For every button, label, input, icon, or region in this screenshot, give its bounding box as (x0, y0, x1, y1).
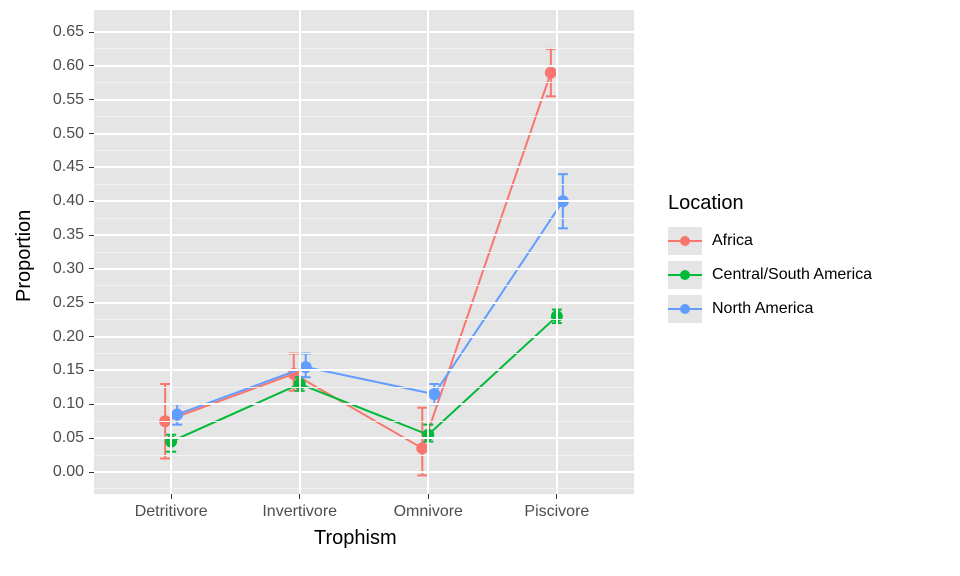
x-tick (556, 494, 557, 499)
y-gridline (94, 31, 634, 33)
y-gridline-minor (94, 387, 634, 388)
y-tick (89, 404, 94, 405)
y-gridline (94, 471, 634, 473)
x-tick-label: Detritivore (111, 504, 231, 520)
x-tick (299, 494, 300, 499)
x-tick-label: Piscivore (497, 504, 617, 520)
y-tick-label: 0.00 (53, 464, 84, 480)
y-tick (89, 472, 94, 473)
data-point (428, 388, 440, 400)
y-tick (89, 133, 94, 134)
x-axis-title: Trophism (314, 528, 397, 548)
y-gridline-minor (94, 184, 634, 185)
y-tick-label: 0.60 (53, 58, 84, 74)
y-tick (89, 235, 94, 236)
legend-item: Central/South America (668, 261, 872, 289)
y-gridline-minor (94, 48, 634, 49)
y-tick-label: 0.65 (53, 24, 84, 40)
y-gridline-minor (94, 218, 634, 219)
legend-item: North America (668, 295, 872, 323)
y-gridline (94, 437, 634, 439)
y-gridline (94, 65, 634, 67)
y-gridline-minor (94, 455, 634, 456)
x-tick (428, 494, 429, 499)
data-point (171, 408, 183, 420)
y-gridline-minor (94, 319, 634, 320)
y-gridline-minor (94, 488, 634, 489)
y-gridline (94, 268, 634, 270)
y-tick-label: 0.25 (53, 295, 84, 311)
y-tick (89, 201, 94, 202)
y-gridline (94, 99, 634, 101)
legend-title: Location (668, 192, 872, 215)
x-gridline (170, 10, 172, 494)
y-gridline (94, 336, 634, 338)
y-gridline (94, 166, 634, 168)
x-tick-label: Omnivore (368, 504, 488, 520)
y-gridline (94, 200, 634, 202)
y-gridline-minor (94, 150, 634, 151)
y-gridline-minor (94, 252, 634, 253)
y-axis-title: Proportion (14, 210, 34, 302)
y-tick-label: 0.10 (53, 396, 84, 412)
y-tick-label: 0.20 (53, 329, 84, 345)
y-tick-label: 0.40 (53, 193, 84, 209)
legend: Location Africa Central/South America Nort… (668, 192, 872, 329)
legend-item: Africa (668, 227, 872, 255)
x-gridline (299, 10, 301, 494)
y-tick (89, 32, 94, 33)
y-tick (89, 268, 94, 269)
y-gridline-minor (94, 353, 634, 354)
y-gridline (94, 133, 634, 135)
y-tick (89, 438, 94, 439)
y-gridline-minor (94, 82, 634, 83)
legend-key (668, 261, 702, 289)
legend-key (668, 295, 702, 323)
y-gridline-minor (94, 285, 634, 286)
y-tick-label: 0.35 (53, 227, 84, 243)
y-tick (89, 99, 94, 100)
y-tick-label: 0.55 (53, 92, 84, 108)
y-tick (89, 370, 94, 371)
y-gridline-minor (94, 116, 634, 117)
y-tick (89, 302, 94, 303)
y-tick-label: 0.05 (53, 430, 84, 446)
y-gridline (94, 234, 634, 236)
y-tick-label: 0.15 (53, 362, 84, 378)
x-gridline (556, 10, 558, 494)
legend-label: North America (712, 300, 813, 318)
series-line (165, 73, 551, 449)
y-tick-label: 0.45 (53, 159, 84, 175)
y-tick (89, 336, 94, 337)
y-tick-label: 0.30 (53, 261, 84, 277)
y-tick (89, 65, 94, 66)
legend-label: Africa (712, 232, 753, 250)
x-gridline (427, 10, 429, 494)
y-tick-label: 0.50 (53, 126, 84, 142)
y-gridline (94, 403, 634, 405)
x-tick-label: Invertivore (240, 504, 360, 520)
y-gridline-minor (94, 421, 634, 422)
y-tick (89, 167, 94, 168)
legend-key (668, 227, 702, 255)
legend-label: Central/South America (712, 266, 872, 284)
chart: Proportion Trophism Location Africa Centr… (0, 0, 960, 576)
x-tick (171, 494, 172, 499)
y-gridline (94, 369, 634, 371)
y-gridline (94, 302, 634, 304)
